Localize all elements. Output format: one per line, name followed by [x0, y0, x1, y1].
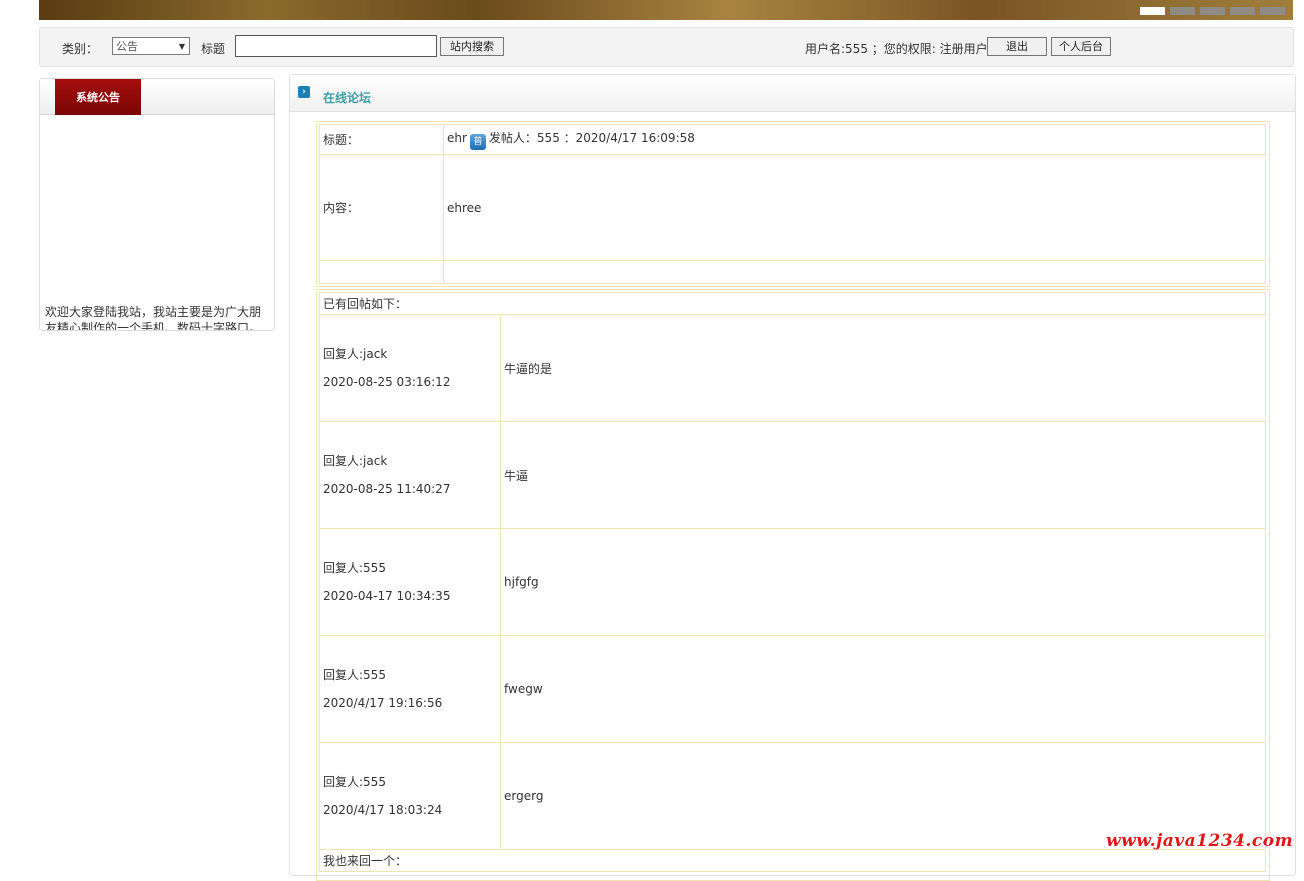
reply-author: 回复人:jack: [323, 347, 388, 361]
banner-slide-indicators[interactable]: [1140, 7, 1285, 15]
reply-meta: 回复人:555 2020/4/17 18:03:24: [319, 742, 501, 850]
post-title-label: 标题：: [319, 124, 444, 155]
logout-button[interactable]: 退出: [987, 37, 1047, 56]
forum-panel-header: › 在线论坛: [290, 75, 1295, 112]
post-empty-cell: [319, 260, 444, 284]
reply-meta: 回复人:jack 2020-08-25 11:40:27: [319, 421, 501, 529]
reply-author: 回复人:555: [323, 561, 386, 575]
search-toolbar: 类别： 公告 ▼ 标题 站内搜索 用户名:555 ；您的权限: 注册用户 退出 …: [39, 27, 1294, 67]
title-label: 标题: [201, 42, 226, 56]
tab-system-notice[interactable]: 系统公告: [55, 79, 141, 115]
site-watermark: www.java1234.com: [1106, 831, 1294, 851]
post-title-value: ehr: [447, 131, 467, 145]
reply-time: 2020/4/17 18:03:24: [323, 803, 443, 817]
post-table: 标题： ehr 普发帖人：555 ：2020/4/17 16:09:58 内容： …: [319, 124, 1266, 284]
search-input[interactable]: [235, 35, 437, 57]
user-info: 用户名:555 ；您的权限: 注册用户: [805, 42, 988, 56]
notice-panel-header: 系统公告: [40, 79, 274, 115]
chevron-right-icon: ›: [298, 86, 310, 98]
section-title: 在线论坛: [323, 91, 372, 105]
reply-time: 2020-08-25 11:40:27: [323, 482, 451, 496]
reply-time: 2020-08-25 03:16:12: [323, 375, 451, 389]
reply-time: 2020-04-17 10:34:35: [323, 589, 451, 603]
reply-time: 2020/4/17 19:16:56: [323, 696, 443, 710]
slide-dot-5[interactable]: [1260, 7, 1285, 15]
reply-meta: 回复人:555 2020-04-17 10:34:35: [319, 528, 501, 636]
reply-row: 回复人:555 2020-04-17 10:34:35 hjfgfg: [319, 528, 1266, 636]
category-select-value: 公告: [116, 40, 138, 53]
post-author-info: 发帖人：555 ：2020/4/17 16:09:58: [488, 131, 695, 145]
reply-content: fwegw: [500, 635, 1266, 743]
replies-table: 已有回帖如下： 回复人:jack 2020-08-25 03:16:12 牛逼的…: [319, 292, 1266, 872]
reply-meta: 回复人:555 2020/4/17 19:16:56: [319, 635, 501, 743]
reply-row: 回复人:jack 2020-08-25 03:16:12 牛逼的是: [319, 314, 1266, 422]
personal-center-button[interactable]: 个人后台: [1051, 37, 1111, 56]
replies-header: 已有回帖如下：: [319, 292, 1266, 315]
chevron-down-icon: ▼: [178, 42, 185, 51]
reply-author: 回复人:555: [323, 668, 386, 682]
post-empty-cell: [443, 260, 1266, 284]
post-title-cell: ehr 普发帖人：555 ：2020/4/17 16:09:58: [443, 124, 1266, 155]
reply-meta: 回复人:jack 2020-08-25 03:16:12: [319, 314, 501, 422]
notice-panel: 系统公告 欢迎大家登陆我站，我站主要是为广大朋友精心制作的一个手机、数码十字路口…: [39, 78, 275, 331]
reply-prompt: 我也来回一个：: [319, 849, 1266, 872]
reply-row: 回复人:555 2020/4/17 19:16:56 fwegw: [319, 635, 1266, 743]
search-button[interactable]: 站内搜索: [440, 37, 504, 56]
reply-author: 回复人:555: [323, 775, 386, 789]
slide-dot-4[interactable]: [1230, 7, 1255, 15]
reply-author: 回复人:jack: [323, 454, 388, 468]
reply-content: hjfgfg: [500, 528, 1266, 636]
reply-row: 回复人:jack 2020-08-25 11:40:27 牛逼: [319, 421, 1266, 529]
slide-dot-2[interactable]: [1170, 7, 1195, 15]
notice-scroll-text: 欢迎大家登陆我站，我站主要是为广大朋友精心制作的一个手机、数码十字路口。: [45, 305, 262, 331]
reply-content: 牛逼的是: [500, 314, 1266, 422]
slide-dot-1[interactable]: [1140, 7, 1165, 15]
post-content-value: ehree: [443, 154, 1266, 261]
book-icon: 普: [469, 134, 486, 150]
post-content-label: 内容：: [319, 154, 444, 261]
slide-dot-3[interactable]: [1200, 7, 1225, 15]
category-label: 类别：: [62, 42, 99, 56]
category-select[interactable]: 公告 ▼: [112, 37, 190, 55]
reply-content: 牛逼: [500, 421, 1266, 529]
top-banner: [39, 0, 1293, 20]
